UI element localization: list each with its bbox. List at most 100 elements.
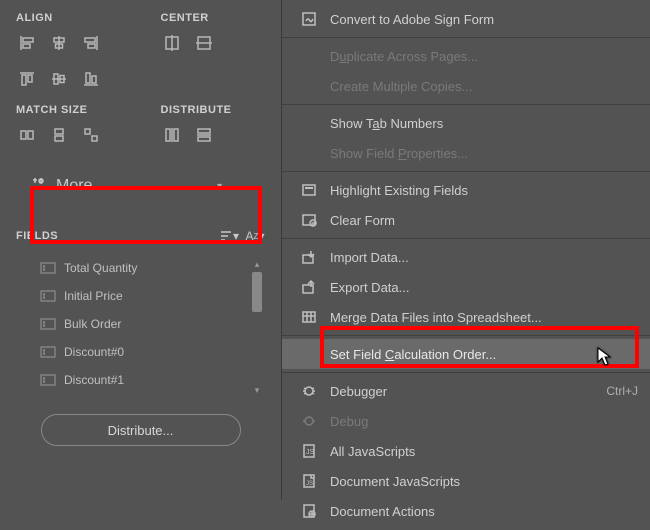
debug-icon <box>300 412 318 430</box>
field-item-label: Initial Price <box>64 289 123 303</box>
align-bottom-icon[interactable] <box>80 68 102 90</box>
context-menu: Convert to Adobe Sign Form Duplicate Acro… <box>281 0 650 500</box>
menu-item[interactable]: JS Document JavaScripts <box>282 466 650 496</box>
menu-item[interactable]: Show Tab Numbers <box>282 108 650 138</box>
scroll-down-icon[interactable]: ▾ <box>251 384 263 396</box>
import-data-icon <box>300 248 318 266</box>
center-section-label: CENTER <box>161 12 266 24</box>
menu-item-label: Debugger <box>330 384 387 399</box>
text-field-icon <box>40 262 56 274</box>
debugger-icon <box>300 382 318 400</box>
menu-item[interactable]: Convert to Adobe Sign Form <box>282 4 650 34</box>
fields-section-label: FIELDS <box>16 230 58 242</box>
clear-form-icon <box>300 211 318 229</box>
text-field-icon <box>40 290 56 302</box>
fields-sort-toggle[interactable]: AZ▾ <box>245 226 265 246</box>
menu-item-label: Import Data... <box>330 250 409 265</box>
highlight-fields-icon <box>300 181 318 199</box>
menu-item-shortcut: Ctrl+J <box>606 384 638 398</box>
menu-item-label: Merge Data Files into Spreadsheet... <box>330 310 542 325</box>
menu-separator <box>282 37 650 38</box>
menu-item-label: Document JavaScripts <box>330 474 460 489</box>
match-height-icon[interactable] <box>48 124 70 146</box>
all-js-icon: JS <box>300 442 318 460</box>
cursor-icon <box>597 347 613 372</box>
match-width-icon[interactable] <box>16 124 38 146</box>
field-item-label: Discount#1 <box>64 373 124 387</box>
menu-item-label: Debug <box>330 414 368 429</box>
text-field-icon <box>40 318 56 330</box>
more-dropdown[interactable]: More ▼ <box>16 168 238 204</box>
svg-text:JS: JS <box>306 449 315 456</box>
menu-item-label: Set Field Calculation Order... <box>330 347 496 362</box>
distribute-vertical-icon[interactable] <box>161 124 183 146</box>
field-item-label: Total Quantity <box>64 261 137 275</box>
fields-list: Total Quantity Initial Price Bulk Order Dis… <box>16 254 265 404</box>
sign-icon <box>300 10 318 28</box>
menu-item-label: Show Tab Numbers <box>330 116 443 131</box>
align-center-v-icon[interactable] <box>48 68 70 90</box>
align-section-label: ALIGN <box>16 12 121 24</box>
menu-item-label: Highlight Existing Fields <box>330 183 468 198</box>
menu-item-label: Create Multiple Copies... <box>330 79 472 94</box>
menu-item-label: All JavaScripts <box>330 444 415 459</box>
fields-scrollbar[interactable]: ▴ ▾ <box>251 258 263 398</box>
distribute-button[interactable]: Distribute... <box>41 414 241 446</box>
menu-item-label: Clear Form <box>330 213 395 228</box>
align-top-icon[interactable] <box>16 68 38 90</box>
text-field-icon <box>40 346 56 358</box>
match-size-section-label: MATCH SIZE <box>16 104 121 116</box>
menu-separator <box>282 372 650 373</box>
menu-item-label: Convert to Adobe Sign Form <box>330 12 494 27</box>
field-item[interactable]: Bulk Order <box>40 310 265 338</box>
menu-item: Debug <box>282 406 650 436</box>
menu-item: Create Multiple Copies... <box>282 71 650 101</box>
menu-item: Show Field Properties... <box>282 138 650 168</box>
merge-data-icon <box>300 308 318 326</box>
field-item[interactable]: Discount#0 <box>40 338 265 366</box>
menu-item[interactable]: Clear Form <box>282 205 650 235</box>
menu-item-label: Duplicate Across Pages... <box>330 49 478 64</box>
menu-separator <box>282 238 650 239</box>
more-label: More <box>56 177 92 195</box>
menu-item[interactable]: Merge Data Files into Spreadsheet... <box>282 302 650 332</box>
field-item-label: Bulk Order <box>64 317 121 331</box>
menu-item-label: Export Data... <box>330 280 409 295</box>
align-right-icon[interactable] <box>80 32 102 54</box>
doc-js-icon: JS <box>300 472 318 490</box>
menu-item[interactable]: Export Data... <box>282 272 650 302</box>
center-horizontal-icon[interactable] <box>193 32 215 54</box>
distribute-button-label: Distribute... <box>108 423 174 438</box>
menu-separator <box>282 171 650 172</box>
menu-item[interactable]: JS All JavaScripts <box>282 436 650 466</box>
export-data-icon <box>300 278 318 296</box>
text-field-icon <box>40 374 56 386</box>
caret-down-icon: ▼ <box>215 181 224 191</box>
center-vertical-icon[interactable] <box>161 32 183 54</box>
field-item[interactable]: Total Quantity <box>40 254 265 282</box>
svg-text:JS: JS <box>306 481 313 487</box>
menu-item[interactable]: Document Actions <box>282 496 650 526</box>
align-left-icon[interactable] <box>16 32 38 54</box>
field-item[interactable]: Discount#1 <box>40 366 265 394</box>
menu-item-label: Show Field Properties... <box>330 146 468 161</box>
match-both-icon[interactable] <box>80 124 102 146</box>
scroll-thumb[interactable] <box>252 272 262 312</box>
menu-item[interactable]: Import Data... <box>282 242 650 272</box>
menu-separator <box>282 104 650 105</box>
menu-separator <box>282 335 650 336</box>
menu-item[interactable]: Set Field Calculation Order... <box>282 339 650 369</box>
fields-view-toggle[interactable]: ▾ <box>219 226 239 246</box>
scroll-up-icon[interactable]: ▴ <box>251 258 263 270</box>
menu-item[interactable]: Debugger Ctrl+J <box>282 376 650 406</box>
field-item[interactable]: Initial Price <box>40 282 265 310</box>
field-item-label: Discount#0 <box>64 345 124 359</box>
align-center-h-icon[interactable] <box>48 32 70 54</box>
wrench-icon <box>30 176 46 197</box>
left-panel: ALIGN CENTER MATCH SIZE <box>0 0 281 500</box>
doc-actions-icon <box>300 502 318 520</box>
distribute-section-label: DISTRIBUTE <box>161 104 266 116</box>
menu-item: Duplicate Across Pages... <box>282 41 650 71</box>
distribute-horizontal-icon[interactable] <box>193 124 215 146</box>
menu-item[interactable]: Highlight Existing Fields <box>282 175 650 205</box>
